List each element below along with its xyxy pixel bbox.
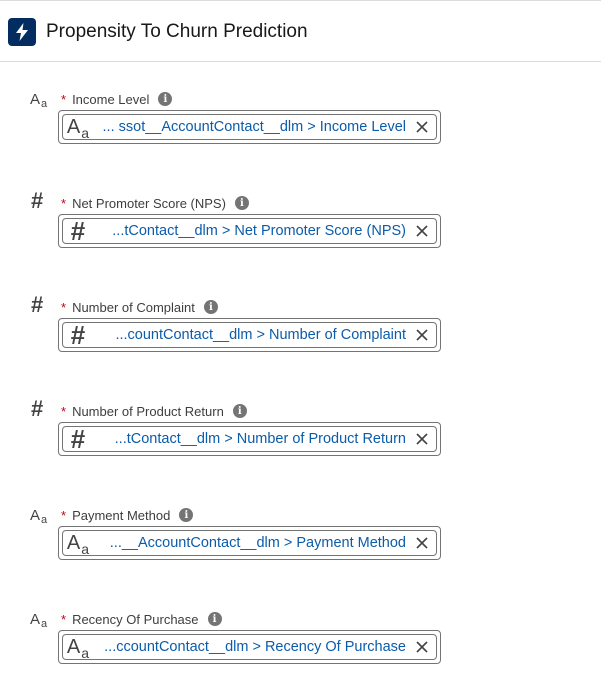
field-number-of-product-return: # * Number of Product Return i # ...tCon… [0, 396, 601, 480]
panel-header: Propensity To Churn Prediction [0, 0, 601, 62]
pill-value[interactable]: ...__AccountContact__dlm > Payment Metho… [93, 535, 410, 551]
required-marker: * [61, 299, 67, 315]
selected-pill[interactable]: # ...countContact__dlm > Number of Compl… [62, 319, 437, 350]
field-label: * Payment Method i [61, 504, 194, 526]
text-type-icon: Aa [30, 90, 48, 111]
field-label-text: Net Promoter Score (NPS) [72, 195, 226, 211]
close-icon[interactable] [410, 427, 434, 451]
info-icon[interactable]: i [179, 508, 194, 522]
info-icon[interactable]: i [203, 300, 218, 314]
close-icon[interactable] [410, 219, 434, 243]
selected-pill[interactable]: Aa ...ccountContact__dlm > Recency Of Pu… [62, 634, 437, 662]
pill-value[interactable]: ...tContact__dlm > Net Promoter Score (N… [93, 223, 410, 239]
field-label: * Number of Product Return i [61, 400, 247, 422]
text-type-icon: Aa [66, 115, 90, 142]
text-type-icon: Aa [30, 610, 48, 631]
field-payment-method: Aa * Payment Method i Aa ...__AccountCon… [0, 504, 601, 584]
field-label-text: Payment Method [72, 507, 171, 523]
selected-pill[interactable]: Aa ...__AccountContact__dlm > Payment Me… [62, 530, 437, 558]
selected-pill[interactable]: Aa ... ssot__AccountContact__dlm > Incom… [62, 114, 437, 142]
pill-value[interactable]: ...countContact__dlm > Number of Complai… [93, 327, 410, 343]
info-icon[interactable]: i [158, 92, 173, 106]
field-income-level: Aa * Income Level i Aa ... ssot__Account… [0, 88, 601, 168]
text-type-icon: Aa [66, 531, 90, 558]
field-label: * Recency Of Purchase i [61, 608, 222, 630]
info-icon[interactable]: i [207, 612, 222, 626]
text-type-icon: Aa [30, 506, 48, 527]
number-type-icon: # [70, 423, 86, 454]
mapping-input[interactable]: # ...countContact__dlm > Number of Compl… [58, 318, 441, 352]
field-label: * Number of Complaint i [61, 296, 218, 318]
pill-value[interactable]: ...ccountContact__dlm > Recency Of Purch… [93, 639, 410, 655]
field-label: * Net Promoter Score (NPS) i [61, 192, 249, 214]
mapping-input[interactable]: Aa ... ssot__AccountContact__dlm > Incom… [58, 110, 441, 144]
required-marker: * [61, 403, 67, 419]
mapping-input[interactable]: Aa ...ccountContact__dlm > Recency Of Pu… [58, 630, 441, 664]
number-type-icon: # [70, 319, 86, 350]
field-net-promoter-score: # * Net Promoter Score (NPS) i # ...tCon… [0, 188, 601, 272]
info-icon[interactable]: i [234, 196, 249, 210]
field-number-of-complaint: # * Number of Complaint i # ...countCont… [0, 292, 601, 376]
field-label-text: Income Level [72, 91, 150, 107]
mapping-input[interactable]: # ...tContact__dlm > Net Promoter Score … [58, 214, 441, 248]
required-marker: * [61, 195, 67, 211]
close-icon[interactable] [410, 635, 434, 659]
close-icon[interactable] [410, 323, 434, 347]
selected-pill[interactable]: # ...tContact__dlm > Number of Product R… [62, 423, 437, 454]
page-title: Propensity To Churn Prediction [46, 21, 308, 42]
close-icon[interactable] [410, 531, 434, 555]
required-marker: * [61, 611, 67, 627]
number-type-icon: # [31, 396, 44, 421]
field-label-text: Recency Of Purchase [72, 611, 199, 627]
mapping-input[interactable]: Aa ...__AccountContact__dlm > Payment Me… [58, 526, 441, 560]
mapping-input[interactable]: # ...tContact__dlm > Number of Product R… [58, 422, 441, 456]
field-recency-of-purchase: Aa * Recency Of Purchase i Aa ...ccountC… [0, 608, 601, 688]
required-marker: * [61, 507, 67, 523]
close-icon[interactable] [410, 115, 434, 139]
info-icon[interactable]: i [232, 404, 247, 418]
lightning-bolt-icon [8, 18, 36, 46]
number-type-icon: # [70, 215, 86, 246]
number-type-icon: # [31, 292, 44, 317]
text-type-icon: Aa [66, 635, 90, 662]
pill-value[interactable]: ...tContact__dlm > Number of Product Ret… [93, 431, 410, 447]
field-label: * Income Level i [61, 88, 173, 110]
field-label-text: Number of Product Return [72, 403, 224, 419]
pill-value[interactable]: ... ssot__AccountContact__dlm > Income L… [93, 119, 410, 135]
number-type-icon: # [31, 188, 44, 213]
required-marker: * [61, 91, 67, 107]
selected-pill[interactable]: # ...tContact__dlm > Net Promoter Score … [62, 215, 437, 246]
field-label-text: Number of Complaint [72, 299, 195, 315]
